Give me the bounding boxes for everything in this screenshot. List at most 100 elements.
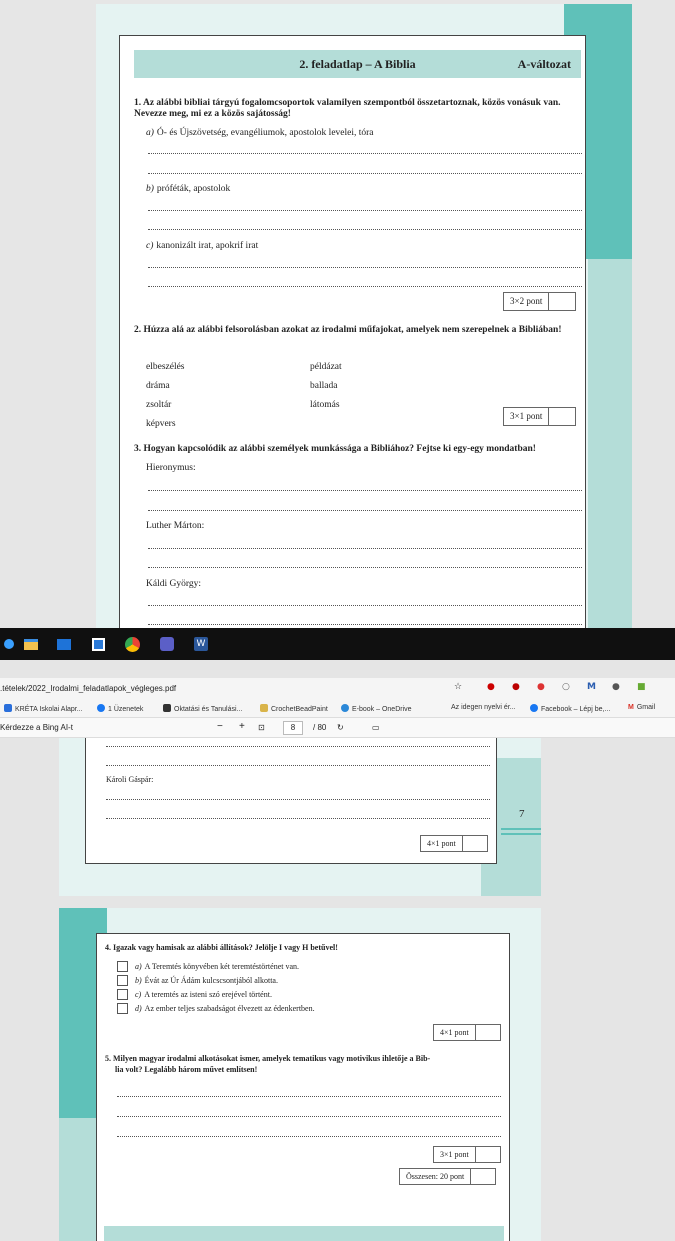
- points-field[interactable]: [476, 1025, 500, 1040]
- ublock-ext-icon[interactable]: ●: [512, 682, 520, 692]
- fit-page-icon[interactable]: ⊡: [258, 723, 265, 732]
- genre-word[interactable]: látomás: [310, 400, 340, 410]
- store-icon[interactable]: [89, 635, 107, 653]
- address-bar[interactable]: .tételek/2022_Irodalmi_feladatlapok_végl…: [0, 678, 675, 700]
- zoom-out-button[interactable]: −: [217, 721, 223, 732]
- genre-word[interactable]: dráma: [146, 381, 170, 391]
- start-icon[interactable]: [0, 635, 18, 653]
- crochet-icon: [260, 704, 268, 712]
- answer-line[interactable]: [148, 548, 582, 549]
- star-icon[interactable]: ☆: [454, 682, 462, 692]
- total-points-box: Összesen: 20 pont: [399, 1168, 497, 1185]
- question-line: 5. Milyen magyar irodalmi alkotásokat is…: [105, 1054, 431, 1063]
- file-explorer-icon[interactable]: [22, 635, 40, 653]
- answer-line[interactable]: [106, 799, 490, 800]
- points-field[interactable]: [476, 1147, 500, 1162]
- page-number-input[interactable]: 8: [283, 721, 303, 735]
- teams-icon[interactable]: [158, 635, 176, 653]
- answer-checkbox[interactable]: [117, 989, 128, 1000]
- bookmark-uzenetek[interactable]: 1 Üzenetek: [97, 704, 143, 713]
- answer-line[interactable]: [117, 1096, 501, 1097]
- bookmark-kreta[interactable]: KRÉTA Iskolai Alapr...: [4, 704, 83, 713]
- bookmark-onedrive[interactable]: E-book – OneDrive: [341, 704, 412, 713]
- genre-word[interactable]: zsoltár: [146, 400, 171, 410]
- extension-icon[interactable]: ○: [562, 682, 570, 692]
- bookmark-label: KRÉTA Iskolai Alapr...: [15, 706, 83, 713]
- answer-line[interactable]: [148, 173, 582, 174]
- page-number: 7: [519, 808, 525, 820]
- worksheet-frame: Károli Gáspár: 4×1 pont: [85, 738, 497, 864]
- adblock-ext-icon[interactable]: ●: [537, 682, 545, 692]
- bookmark-label: CrochetBeadPaint: [271, 706, 328, 713]
- q1-item-c: c) kanonizált irat, apokrif irat: [146, 241, 258, 251]
- bookmark-gmail[interactable]: M Gmail: [628, 704, 655, 711]
- genre-word[interactable]: ballada: [310, 381, 337, 391]
- decor-band: [104, 1226, 504, 1241]
- pinterest-icon[interactable]: ●: [612, 682, 620, 692]
- url-text[interactable]: .tételek/2022_Irodalmi_feladatlapok_végl…: [0, 684, 176, 693]
- kreta-icon: [4, 704, 12, 712]
- word-icon[interactable]: W: [192, 635, 210, 653]
- answer-checkbox[interactable]: [117, 975, 128, 986]
- item-text: Ó- és Újszövetség, evangéliumok, apostol…: [156, 128, 374, 138]
- puzzle-icon[interactable]: ■: [637, 682, 646, 692]
- item-letter: c): [135, 990, 142, 999]
- decor-stripe: [588, 259, 632, 628]
- genre-word[interactable]: elbeszélés: [146, 362, 185, 372]
- points-box: 3×1 pont: [433, 1146, 501, 1163]
- question-2: 2. Húzza alá az alábbi felsorolásban azo…: [134, 325, 562, 335]
- pinterest-ext-icon[interactable]: ●: [487, 682, 495, 692]
- answer-line[interactable]: [106, 746, 490, 747]
- bookmark-crochet[interactable]: CrochetBeadPaint: [260, 704, 328, 713]
- answer-line[interactable]: [148, 605, 582, 606]
- item-letter: b): [146, 184, 154, 194]
- item-text: A teremtés az isteni szó erejével történ…: [144, 990, 272, 999]
- mail-icon[interactable]: [55, 635, 73, 653]
- bookmark-idegen[interactable]: Az idegen nyelvi ér...: [451, 704, 516, 711]
- pdf-toolbar: Kérdezze a Bing AI-t − + ⊡ 8 / 80 ↻ ▭: [0, 718, 675, 738]
- answer-checkbox[interactable]: [117, 961, 128, 972]
- answer-line[interactable]: [148, 210, 582, 211]
- answer-line[interactable]: [148, 229, 582, 230]
- answer-line[interactable]: [148, 153, 582, 154]
- total-label: Összesen: 20 pont: [400, 1169, 472, 1184]
- facebook-icon: [530, 704, 538, 712]
- zoom-in-button[interactable]: +: [239, 721, 245, 732]
- points-field[interactable]: [549, 293, 575, 310]
- answer-line[interactable]: [148, 286, 582, 287]
- answer-line[interactable]: [117, 1116, 501, 1117]
- worksheet-variant: A-változat: [517, 57, 571, 71]
- m-ext-icon[interactable]: M: [587, 682, 596, 692]
- answer-line[interactable]: [117, 1136, 501, 1137]
- points-field[interactable]: [463, 836, 487, 851]
- item-text: Az ember teljes szabadságot élvezett az …: [144, 1004, 315, 1013]
- rotate-icon[interactable]: ↻: [337, 723, 344, 732]
- points-box: 4×1 pont: [433, 1024, 501, 1041]
- bing-ai-prompt[interactable]: Kérdezze a Bing AI-t: [0, 723, 73, 732]
- total-field[interactable]: [471, 1169, 495, 1184]
- genre-word[interactable]: képvers: [146, 419, 176, 429]
- bookmark-facebook[interactable]: Facebook – Lépj be,...: [530, 704, 610, 713]
- points-field[interactable]: [549, 408, 575, 425]
- answer-line[interactable]: [148, 267, 582, 268]
- answer-checkbox[interactable]: [117, 1003, 128, 1014]
- question-1: 1. Az alábbi bibliai tárgyú fogalomcsopo…: [134, 98, 561, 119]
- q4-item-b: b) Évát az Úr Ádám kulcscsontjából alkott…: [135, 976, 278, 985]
- answer-line[interactable]: [148, 510, 582, 511]
- worksheet-header: 2. feladatlap – A Biblia A-változat: [134, 50, 581, 78]
- answer-line[interactable]: [148, 624, 582, 625]
- answer-line[interactable]: [106, 765, 490, 766]
- chrome-icon[interactable]: [123, 635, 141, 653]
- facebook-icon: [97, 704, 105, 712]
- bookmark-label: Gmail: [636, 704, 656, 711]
- item-text: A Teremtés könyvében két teremtéstörténe…: [144, 962, 300, 971]
- answer-line[interactable]: [148, 490, 582, 491]
- item-text: Évát az Úr Ádám kulcscsontjából alkotta.: [144, 976, 278, 985]
- two-page-view-icon[interactable]: ▭: [372, 723, 380, 732]
- bookmarks-bar: KRÉTA Iskolai Alapr... 1 Üzenetek Oktatá…: [0, 700, 675, 718]
- answer-line[interactable]: [106, 818, 490, 819]
- bookmark-oktatasi[interactable]: Oktatási és Tanulási...: [163, 704, 242, 713]
- answer-line[interactable]: [148, 567, 582, 568]
- genre-word[interactable]: példázat: [310, 362, 342, 372]
- bookmark-label: E-book – OneDrive: [352, 706, 412, 713]
